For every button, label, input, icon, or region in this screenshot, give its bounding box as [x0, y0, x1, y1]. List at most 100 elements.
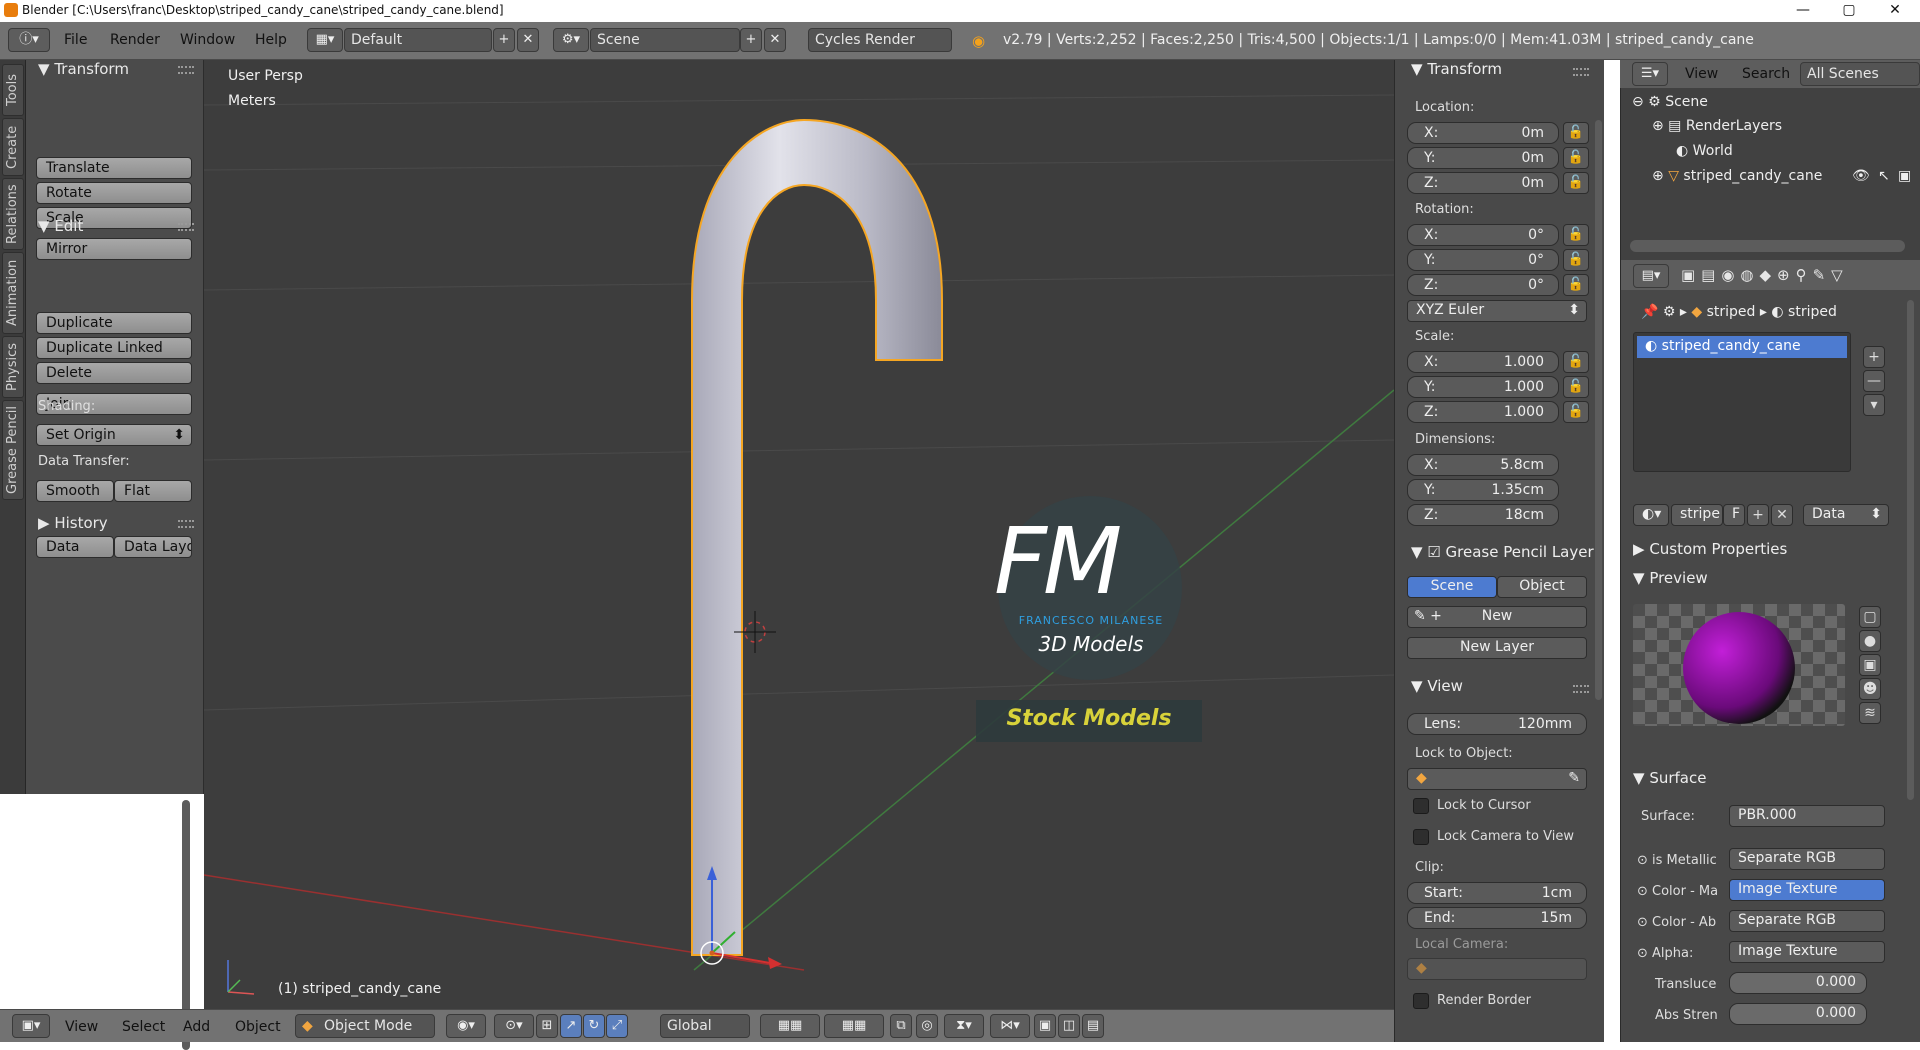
- preview-header[interactable]: ▼ Preview: [1633, 569, 1708, 587]
- manipulator-toggle-icon[interactable]: ⊞: [536, 1014, 558, 1038]
- new-layer-button[interactable]: New Layer: [1407, 637, 1587, 659]
- scale-x-field[interactable]: X: 1.000: [1407, 351, 1559, 373]
- preview-flat-icon[interactable]: ▢: [1859, 606, 1881, 628]
- location-x-field[interactable]: X: 0m: [1407, 122, 1559, 144]
- material-name-field[interactable]: stripe: [1671, 504, 1723, 526]
- 3d-viewport[interactable]: User Persp Meters (1) striped_candy_cane…: [204, 60, 1394, 1009]
- fake-user-button[interactable]: F: [1723, 504, 1745, 526]
- editor-type-info-icon[interactable]: ⓘ▾: [8, 28, 50, 52]
- duplicate-linked-button[interactable]: Duplicate Linked: [36, 337, 192, 359]
- object-button[interactable]: Object: [1497, 576, 1587, 598]
- edit-panel-header[interactable]: ▼ Edit: [38, 217, 83, 235]
- clip-end-field[interactable]: End: 15m: [1407, 907, 1587, 929]
- flat-button[interactable]: Flat: [114, 480, 192, 502]
- panel-grip-icon[interactable]: [178, 66, 194, 74]
- new-grease-button[interactable]: ✎ + New: [1407, 606, 1587, 628]
- outliner-item-world[interactable]: ◐ World: [1676, 143, 1733, 159]
- screen-layout-icon[interactable]: ▦▾: [307, 28, 343, 52]
- preview-cube-icon[interactable]: ▣: [1859, 654, 1881, 676]
- add-slot-button[interactable]: +: [1863, 346, 1885, 368]
- clip-start-field[interactable]: Start: 1cm: [1407, 882, 1587, 904]
- transform-section-header[interactable]: ▼ Transform: [1411, 60, 1502, 78]
- lock-icon[interactable]: 🔓: [1563, 147, 1589, 169]
- snap-icon[interactable]: ⧗▾: [944, 1014, 984, 1038]
- data-transfer-button[interactable]: Data: [36, 536, 114, 558]
- lock-object-field[interactable]: ◆ ✎: [1407, 768, 1587, 790]
- surface-select[interactable]: PBR.000: [1729, 805, 1885, 827]
- scene-button[interactable]: Scene: [1407, 576, 1497, 598]
- outliner-view-menu[interactable]: View: [1685, 66, 1718, 82]
- lock-icon[interactable]: 🔓: [1563, 249, 1589, 271]
- screen-layout-field[interactable]: Default: [344, 28, 492, 52]
- translucency-slider[interactable]: 0.000: [1729, 972, 1867, 994]
- close-button[interactable]: ✕: [1872, 0, 1918, 22]
- proportional-edit-icon[interactable]: ◎: [916, 1014, 938, 1038]
- new-material-icon[interactable]: +: [1747, 504, 1769, 526]
- lock-icon[interactable]: 🔓: [1563, 376, 1589, 398]
- data-layout-button[interactable]: Data Layo: [114, 536, 192, 558]
- mirror-button[interactable]: Mirror: [36, 238, 192, 260]
- tab-create[interactable]: Create: [2, 118, 24, 176]
- renderable-camera-icon[interactable]: ▣: [1898, 168, 1911, 184]
- delete-layout-icon[interactable]: ✕: [517, 28, 539, 52]
- tab-relations[interactable]: Relations: [2, 178, 24, 250]
- rotation-mode-select[interactable]: XYZ Euler ⬍: [1407, 300, 1587, 322]
- delete-button[interactable]: Delete: [36, 362, 192, 384]
- panel-grip-icon[interactable]: [1573, 68, 1589, 76]
- menu-add[interactable]: Add: [183, 1019, 210, 1035]
- material-slot-item[interactable]: ◐ striped_candy_cane: [1637, 336, 1847, 358]
- visibility-eye-icon[interactable]: 👁: [1852, 168, 1870, 184]
- panel-grip-icon[interactable]: [178, 223, 194, 231]
- material-browse-icon[interactable]: ◐▾: [1633, 504, 1669, 526]
- shelf-scrollbar[interactable]: [1595, 120, 1602, 700]
- unlink-material-icon[interactable]: ✕: [1771, 504, 1793, 526]
- rotation-y-field[interactable]: Y: 0°: [1407, 249, 1559, 271]
- preview-monkey-icon[interactable]: ☻: [1859, 678, 1881, 700]
- lock-camera-checkbox[interactable]: [1413, 829, 1429, 845]
- opengl-render-icon[interactable]: ▣: [1034, 1014, 1056, 1038]
- scene-field[interactable]: Scene: [590, 28, 740, 52]
- transform-panel-header[interactable]: ▼ Transform: [38, 60, 129, 78]
- menu-help[interactable]: Help: [255, 32, 287, 48]
- scale-z-field[interactable]: Z: 1.000: [1407, 401, 1559, 423]
- mode-select[interactable]: ◆ Object Mode: [295, 1014, 435, 1038]
- pivot-point-icon[interactable]: ⊙▾: [494, 1014, 534, 1038]
- dimensions-x-field[interactable]: X: 5.8cm: [1407, 454, 1559, 476]
- set-origin-select[interactable]: Set Origin ⬍: [36, 424, 192, 446]
- preview-hair-icon[interactable]: ≋: [1859, 702, 1881, 724]
- lock-icon[interactable]: 🔓: [1563, 401, 1589, 423]
- manipulator-translate-icon[interactable]: ↗: [560, 1014, 582, 1038]
- candy-cane-model[interactable]: [691, 118, 943, 956]
- outliner-item-scene[interactable]: ⊖ ⚙ Scene: [1632, 94, 1708, 110]
- menu-view[interactable]: View: [65, 1019, 98, 1035]
- lock-icon[interactable]: 🔓: [1563, 351, 1589, 373]
- lock-cursor-checkbox[interactable]: [1413, 798, 1429, 814]
- custom-properties-header[interactable]: ▶ Custom Properties: [1633, 540, 1787, 558]
- scale-y-field[interactable]: Y: 1.000: [1407, 376, 1559, 398]
- location-z-field[interactable]: Z: 0m: [1407, 172, 1559, 194]
- input-color-ma-select[interactable]: Image Texture: [1729, 879, 1885, 901]
- history-panel-header[interactable]: ▶ History: [38, 514, 108, 532]
- panel-grip-icon[interactable]: [1573, 685, 1589, 693]
- properties-scrollbar[interactable]: [1907, 300, 1914, 800]
- rotation-z-field[interactable]: Z: 0°: [1407, 274, 1559, 296]
- view-section-header[interactable]: ▼ View: [1411, 677, 1463, 695]
- slot-specials-button[interactable]: ▾: [1863, 394, 1885, 416]
- dimensions-y-field[interactable]: Y: 1.35cm: [1407, 479, 1559, 501]
- minimize-button[interactable]: —: [1780, 0, 1826, 22]
- outliner-scrollbar[interactable]: [1630, 240, 1905, 252]
- outliner-search-menu[interactable]: Search: [1742, 66, 1790, 82]
- dimensions-z-field[interactable]: Z: 18cm: [1407, 504, 1559, 526]
- lock-layers-icon[interactable]: ⧉: [890, 1014, 912, 1038]
- outliner-item-renderlayers[interactable]: ⊕ ▤ RenderLayers: [1652, 118, 1782, 134]
- add-layout-icon[interactable]: +: [493, 28, 515, 52]
- manipulator-rotate-icon[interactable]: ↻: [583, 1014, 605, 1038]
- render-border-checkbox[interactable]: [1413, 993, 1429, 1009]
- abs-strength-slider[interactable]: 0.000: [1729, 1003, 1867, 1025]
- rotation-x-field[interactable]: X: 0°: [1407, 224, 1559, 246]
- add-scene-icon[interactable]: +: [740, 28, 762, 52]
- layers-grid-icon-2[interactable]: ▦▦: [824, 1014, 884, 1038]
- menu-render[interactable]: Render: [110, 32, 160, 48]
- outliner-editor-icon[interactable]: ☰▾: [1632, 62, 1668, 86]
- translate-button[interactable]: Translate: [36, 157, 192, 179]
